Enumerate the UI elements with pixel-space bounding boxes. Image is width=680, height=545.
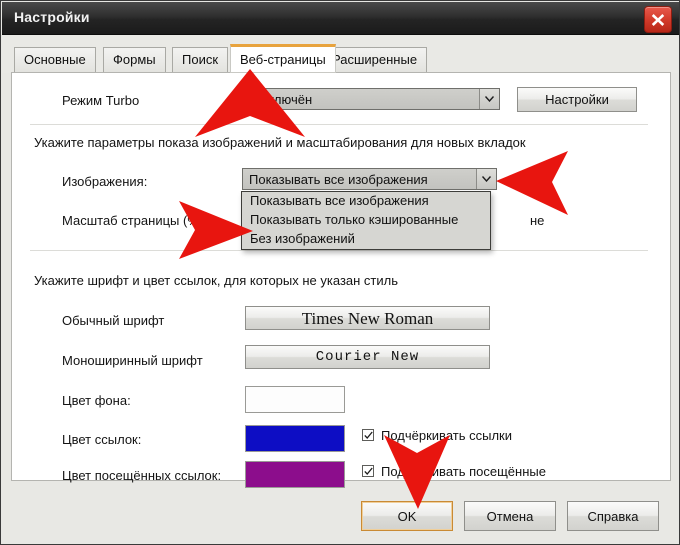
underline-links-label: Подчёркивать ссылки xyxy=(381,428,512,443)
turbo-settings-button[interactable]: Настройки xyxy=(517,87,637,112)
page-zoom-label: Масштаб страницы (%): xyxy=(62,213,207,228)
mono-font-label: Моноширинный шрифт xyxy=(62,353,203,368)
checkbox-checked-icon xyxy=(362,465,374,477)
ok-button[interactable]: OK xyxy=(361,501,453,531)
page-zoom-trailing-text: не xyxy=(530,213,545,228)
title-bar: Настройки xyxy=(2,2,679,35)
tab-strip: Основные Формы Поиск Веб-страницы Расшир… xyxy=(2,35,679,73)
turbo-mode-label: Режим Turbo xyxy=(62,93,140,108)
cancel-button[interactable]: Отмена xyxy=(464,501,556,531)
images-label: Изображения: xyxy=(62,174,148,189)
close-icon[interactable] xyxy=(644,6,672,33)
underline-visited-label: Подчёркивать посещённые xyxy=(381,464,546,479)
visited-color-swatch[interactable] xyxy=(245,461,345,488)
fonts-section-heading: Укажите шрифт и цвет ссылок, для которых… xyxy=(34,273,398,288)
turbo-mode-combobox[interactable]: Отключён xyxy=(245,88,500,110)
images-dropdown-list[interactable]: Показывать все изображения Показывать то… xyxy=(241,191,491,250)
images-selected-value: Показывать все изображения xyxy=(249,172,428,187)
separator-top xyxy=(30,124,648,125)
mono-font-button[interactable]: Courier New xyxy=(245,345,490,369)
visited-color-label: Цвет посещённых ссылок: xyxy=(62,468,222,483)
tab-veb-stranicy[interactable]: Веб-страницы xyxy=(230,44,336,73)
separator-middle xyxy=(30,250,648,251)
turbo-mode-value: Отключён xyxy=(252,92,313,107)
background-color-swatch[interactable] xyxy=(245,386,345,413)
tab-rasshirennye[interactable]: Расширенные xyxy=(322,47,428,73)
background-color-label: Цвет фона: xyxy=(62,393,131,408)
tab-osnovnye[interactable]: Основные xyxy=(14,47,96,73)
tab-poisk[interactable]: Поиск xyxy=(172,47,229,73)
chevron-down-icon xyxy=(479,89,499,109)
dropdown-option-no-images[interactable]: Без изображений xyxy=(242,230,490,249)
dropdown-option-show-all[interactable]: Показывать все изображения xyxy=(242,192,490,211)
links-color-label: Цвет ссылок: xyxy=(62,432,142,447)
normal-font-button[interactable]: Times New Roman xyxy=(245,306,490,330)
content-panel: Режим Turbo Отключён Настройки Укажите п… xyxy=(11,72,671,488)
help-button[interactable]: Справка xyxy=(567,501,659,531)
images-section-heading: Укажите параметры показа изображений и м… xyxy=(34,135,526,150)
dropdown-option-cached-only[interactable]: Показывать только кэшированные xyxy=(242,211,490,230)
normal-font-label: Обычный шрифт xyxy=(62,313,165,328)
images-combobox[interactable]: Показывать все изображения xyxy=(242,168,497,190)
chevron-down-icon xyxy=(476,169,496,189)
checkbox-checked-icon xyxy=(362,429,374,441)
links-color-swatch[interactable] xyxy=(245,425,345,452)
dialog-footer: OK Отмена Справка xyxy=(1,485,679,544)
window-title: Настройки xyxy=(14,9,90,25)
tab-formy[interactable]: Формы xyxy=(103,47,166,73)
settings-dialog: Настройки Основные Формы Поиск Веб-стран… xyxy=(0,0,680,545)
